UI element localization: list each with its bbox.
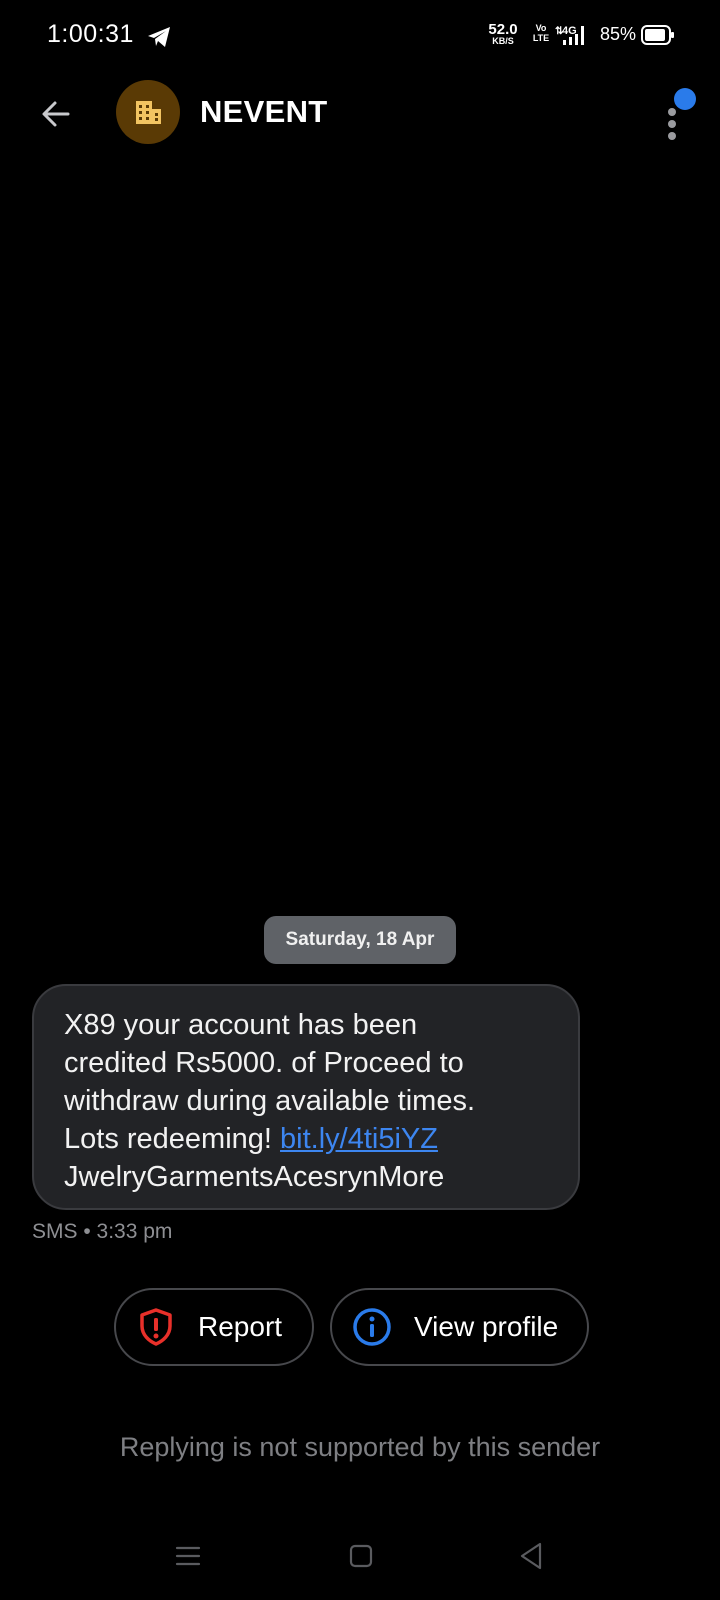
message-meta: SMS • 3:33 pm [32,1220,173,1243]
back-button[interactable] [32,90,80,138]
building-icon [136,101,161,124]
report-label: Report [198,1311,283,1342]
message-bubble[interactable]: X89 your account has been credited Rs500… [32,984,580,1210]
network-speed: 52.0 KB/S [488,21,518,46]
telegram-icon [148,27,170,47]
status-bar: 1:00:31 52.0 KB/S Vo LTE ⇅ 4G 85% [0,0,720,72]
info-icon [353,1308,391,1346]
date-chip: Saturday, 18 Apr [264,916,456,964]
message-link[interactable]: bit.ly/4ti5iYZ [280,1123,438,1155]
signal-4g-icon: ⇅ 4G [555,25,584,45]
conversation-header: NEVENT [0,72,720,172]
avatar[interactable] [116,80,180,144]
contact-name[interactable]: NEVENT [200,94,328,130]
report-button[interactable]: Report [114,1288,314,1366]
menu-icon[interactable] [175,1543,201,1569]
view-profile-button[interactable]: View profile [330,1288,589,1366]
back-triangle-icon[interactable] [516,1540,546,1572]
notification-dot [674,88,696,110]
arrow-left-icon [42,101,70,127]
battery-percent: 85% [600,24,637,44]
view-profile-label: View profile [414,1311,559,1342]
battery-icon [641,25,674,45]
volte-indicator: Vo LTE [532,23,550,43]
status-time: 1:00:31 [47,20,134,48]
home-square-icon[interactable] [348,1543,374,1569]
svg-text:4G: 4G [562,25,577,37]
message-text: X89 your account has been credited Rs500… [64,1009,476,1193]
shield-alert-icon [140,1308,172,1346]
reply-unsupported-note: Replying is not supported by this sender [119,1432,601,1462]
